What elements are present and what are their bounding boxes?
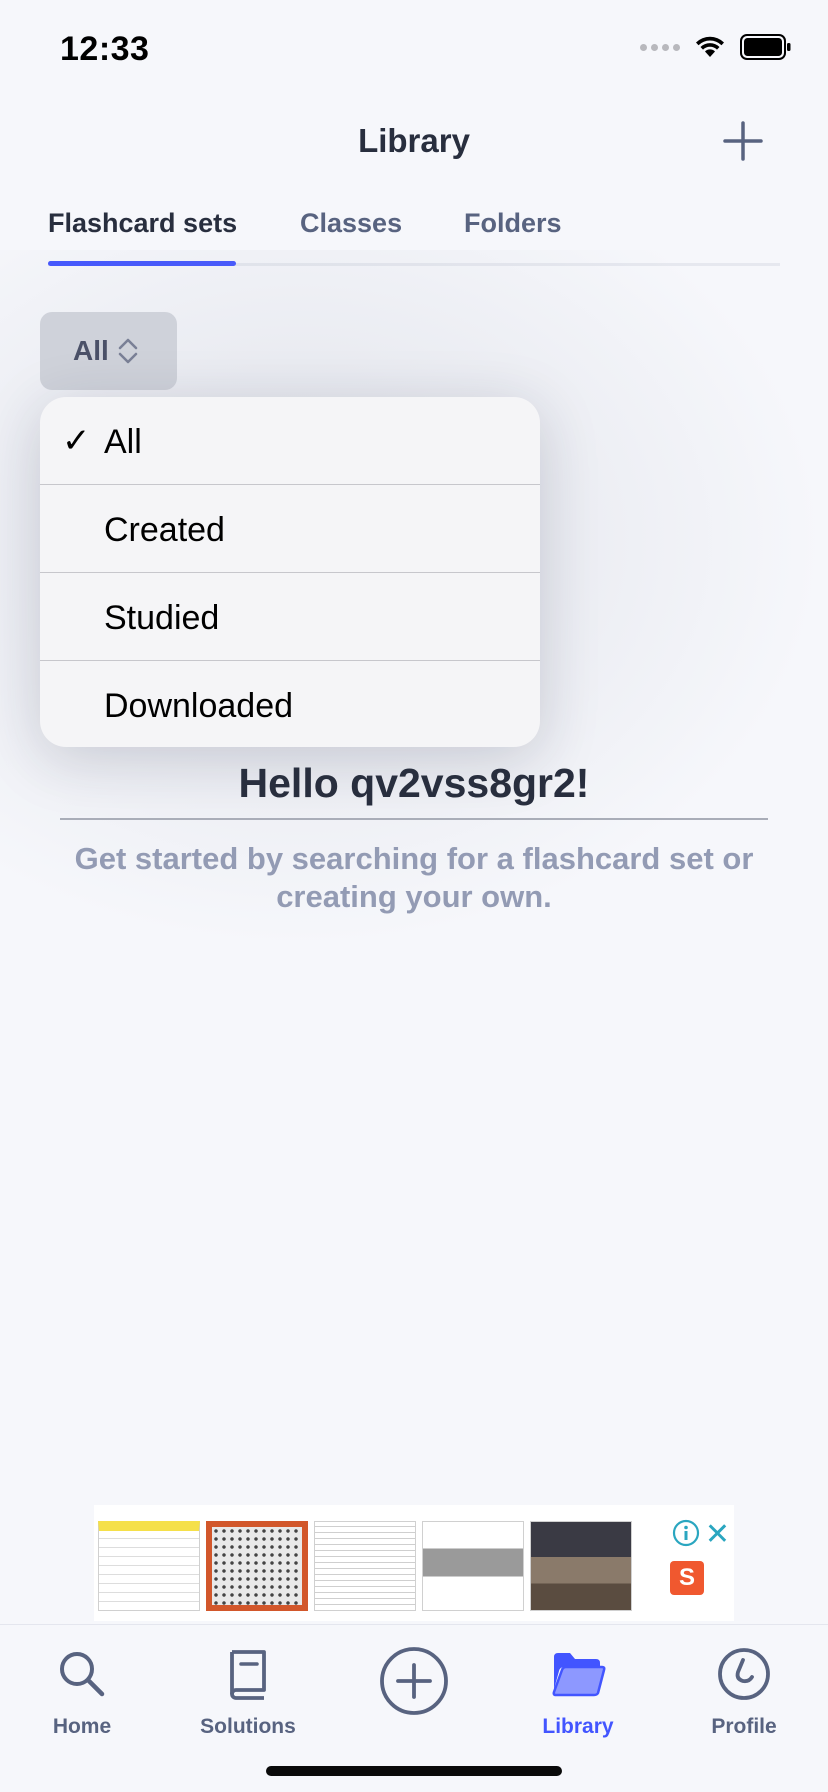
- page-title: Library: [358, 122, 470, 159]
- ad-product-image[interactable]: [314, 1521, 416, 1611]
- empty-state-hint: Get started by searching for a flashcard…: [74, 841, 754, 914]
- filter-option-all[interactable]: ✓ All: [40, 397, 540, 485]
- tab-classes[interactable]: Classes: [300, 208, 402, 239]
- book-icon: [230, 1650, 266, 1700]
- tab-folders[interactable]: Folders: [464, 208, 562, 239]
- status-icons: [640, 34, 792, 60]
- tabbar-item-home[interactable]: Home: [12, 1639, 152, 1739]
- tabbar-item-library[interactable]: Library: [508, 1639, 648, 1739]
- status-bar: 12:33: [0, 0, 828, 100]
- tabbar-item-create[interactable]: [344, 1643, 484, 1719]
- ad-product-image[interactable]: [530, 1521, 632, 1611]
- close-icon[interactable]: ✕: [705, 1517, 730, 1552]
- home-indicator: [266, 1766, 562, 1776]
- tabbar-label: Home: [52, 1715, 112, 1738]
- filter-option-downloaded[interactable]: Downloaded: [40, 661, 540, 747]
- filter-selected-label: All: [73, 335, 109, 366]
- tabbar-item-solutions[interactable]: Solutions: [178, 1639, 318, 1739]
- tabbar-item-profile[interactable]: Profile: [674, 1639, 814, 1739]
- add-button[interactable]: [718, 116, 768, 166]
- plus-icon: [723, 121, 763, 161]
- nav-header: Library: [0, 110, 828, 172]
- add-circle-icon: [380, 1647, 448, 1715]
- shopee-bag-icon: S: [670, 1561, 704, 1595]
- filter-option-label: All: [104, 423, 142, 461]
- ad-banner[interactable]: ✕ S: [94, 1505, 734, 1621]
- search-icon: [60, 1652, 105, 1697]
- status-time: 12:33: [60, 30, 150, 68]
- filter-menu: ✓ All Created Studied Downloaded: [40, 397, 540, 747]
- filter-option-label: Created: [104, 511, 225, 549]
- filter-option-label: Studied: [104, 599, 220, 637]
- ad-product-image[interactable]: [422, 1521, 524, 1611]
- ad-product-image[interactable]: [98, 1521, 200, 1611]
- profile-icon: [718, 1648, 770, 1700]
- folder-icon: [552, 1653, 606, 1697]
- filter-option-label: Downloaded: [104, 687, 294, 725]
- tabbar-label: Solutions: [200, 1715, 296, 1738]
- wifi-icon: [696, 36, 724, 57]
- cellular-signal-icon: [640, 43, 680, 51]
- tabbar-label: Profile: [711, 1715, 777, 1738]
- tabbar-label: Library: [542, 1715, 614, 1738]
- divider: [60, 818, 768, 820]
- bottom-tab-bar: Home Solutions Library Profile: [0, 1624, 828, 1792]
- checkmark-icon: ✓: [62, 422, 91, 460]
- chevron-up-down-icon: [118, 338, 138, 364]
- ad-product-image[interactable]: [206, 1521, 308, 1611]
- greeting-heading: Hello qv2vss8gr2!: [238, 760, 590, 806]
- filter-dropdown-button[interactable]: All: [40, 312, 177, 390]
- battery-icon: [740, 34, 791, 60]
- library-tabs: Flashcard sets Classes Folders: [48, 200, 780, 266]
- filter-option-studied[interactable]: Studied: [40, 573, 540, 661]
- tab-flashcard-sets[interactable]: Flashcard sets: [48, 208, 237, 239]
- active-tab-indicator: [48, 261, 236, 266]
- info-icon[interactable]: [672, 1519, 700, 1547]
- filter-option-created[interactable]: Created: [40, 485, 540, 573]
